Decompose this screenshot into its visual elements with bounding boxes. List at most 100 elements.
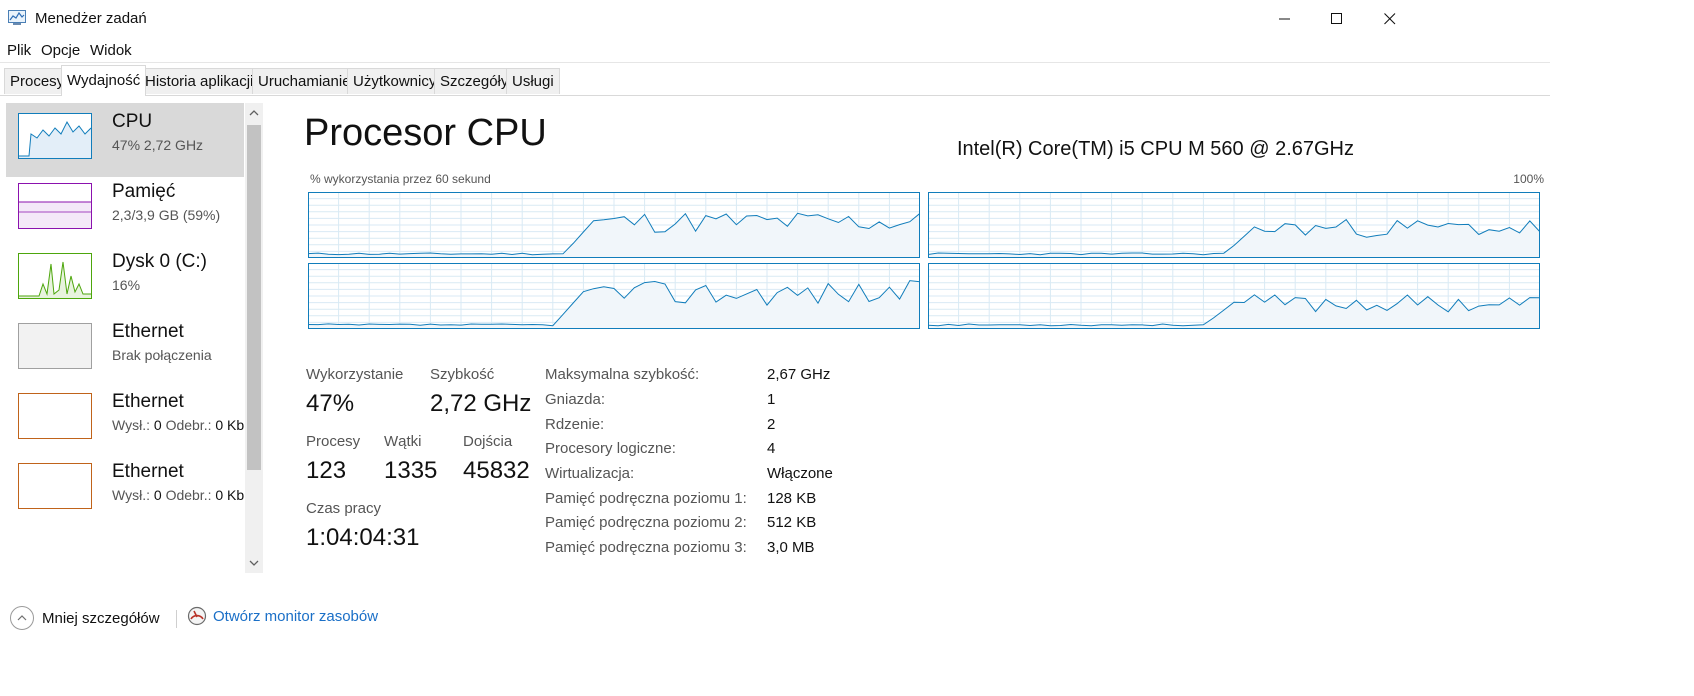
window-title: Menedżer zadań [35,10,147,27]
ethernet-thumbnail-graph [18,393,92,439]
spec-value: 4 [767,440,776,457]
processes-label: Procesy [306,433,361,450]
menu-bar: Plik Opcje Widok [0,38,1550,62]
disk-thumbnail-graph [18,253,92,299]
minimize-icon [1279,18,1290,20]
open-resource-monitor-link[interactable]: Otwórz monitor zasobów [187,606,378,626]
sidebar-item-sub: Wysł.: 0 Odebr.: 0 Kb [112,417,244,433]
handles-value: 45832 [463,457,530,484]
ethernet-thumbnail-graph [18,463,92,509]
spec-value: Włączone [767,465,833,482]
menu-view[interactable]: Widok [90,42,132,59]
tab-details[interactable]: Szczegóły [434,68,515,94]
memory-mini-graph [19,201,91,228]
logical-processor-graph-4 [928,263,1540,329]
received-label: Odebr.: [165,487,212,503]
processes-value: 123 [306,457,347,484]
logical-processor-graph-1 [308,192,920,258]
logical-processor-graph-3 [308,263,920,329]
utilization-label: Wykorzystanie [306,366,404,383]
tab-app-history[interactable]: Historia aplikacji [139,68,260,94]
graph-max-label: 100% [1513,172,1544,186]
cpu-thumbnail-graph [18,113,92,159]
spec-value: 3,0 MB [767,539,815,556]
spec-label: Rdzenie: [545,416,605,433]
threads-value: 1335 [384,457,438,484]
chevron-up-icon [10,606,34,630]
tab-bar: Procesy Wydajność Historia aplikacji Uru… [0,62,1550,96]
ethernet-thumbnail-graph [18,323,92,369]
resource-sidebar: CPU 47% 2,72 GHz Pamięć 2,3/3,9 GB (59%) [4,103,250,573]
sidebar-item-cpu[interactable]: CPU 47% 2,72 GHz [6,103,244,177]
received-label: Odebr.: [165,417,212,433]
sent-value: 0 [153,417,162,433]
minimize-button[interactable] [1255,0,1315,38]
sent-label: Wysł.: [112,417,150,433]
spec-label: Wirtualizacja: [545,465,635,482]
task-manager-window: Menedżer zadań Plik Opcje Widok Procesy … [0,0,1550,640]
maximize-button[interactable] [1307,0,1367,38]
spec-label: Pamięć podręczna poziomu 3: [545,539,747,556]
sidebar-item-name: Pamięć [112,181,176,202]
spec-label: Pamięć podręczna poziomu 2: [545,514,747,531]
fewer-details-label: Mniej szczegółów [42,609,160,627]
sidebar-item-sub: 16% [112,277,141,293]
sidebar-item-name: Ethernet [112,321,184,342]
close-icon [1384,13,1396,25]
menu-file[interactable]: Plik [7,42,31,59]
spec-label: Gniazda: [545,391,606,408]
scroll-thumb[interactable] [247,125,261,470]
sidebar-item-memory[interactable]: Pamięć 2,3/3,9 GB (59%) [6,173,244,247]
sidebar-item-ethernet-3[interactable]: Ethernet Wysł.: 0 Odebr.: 0 Kb [6,453,244,527]
task-manager-app-icon [8,10,26,25]
spec-value: 1 [767,391,776,408]
sidebar-item-ethernet-1[interactable]: Ethernet Brak połączenia [6,313,244,387]
scroll-up-icon[interactable] [248,107,260,119]
spec-value: 128 KB [767,490,817,507]
sidebar-item-disk[interactable]: Dysk 0 (C:) 16% [6,243,244,317]
disk-mini-graph [19,261,91,298]
resource-monitor-icon [187,606,207,626]
sidebar-item-sub: Wysł.: 0 Odebr.: 0 Kb [112,487,244,503]
sidebar-item-name: Ethernet [112,391,184,412]
handles-label: Dojścia [463,433,513,450]
open-resource-monitor-label: Otwórz monitor zasobów [213,607,379,625]
spec-label: Procesory logiczne: [545,440,676,457]
spec-label: Pamięć podręczna poziomu 1: [545,490,747,507]
memory-thumbnail-graph [18,183,92,229]
cpu-model-name: Intel(R) Core(TM) i5 CPU M 560 @ 2.67GHz [956,138,1354,160]
uptime-label: Czas pracy [306,500,382,517]
spec-value: 512 KB [767,514,817,531]
footer-divider [176,610,177,628]
menu-options[interactable]: Opcje [41,42,80,59]
page-title: Procesor CPU [304,112,547,154]
threads-label: Wątki [384,433,422,450]
fewer-details-button[interactable]: Mniej szczegółów [10,606,160,630]
spec-value: 2,67 GHz [767,366,831,383]
sidebar-item-sub: Brak połączenia [112,347,212,363]
tab-startup[interactable]: Uruchamianie [252,68,357,94]
spec-label: Maksymalna szybkość: [545,366,700,383]
received-value: 0 Kb [215,487,245,503]
sidebar-item-sub: 47% 2,72 GHz [112,137,204,153]
tab-performance[interactable]: Wydajność [61,65,147,96]
tab-services[interactable]: Usługi [506,68,560,94]
spec-value: 2 [767,416,776,433]
uptime-value: 1:04:04:31 [306,524,420,551]
sidebar-item-sub: 2,3/3,9 GB (59%) [112,207,221,223]
maximize-icon [1331,13,1342,24]
footer-bar: Mniej szczegółów Otwórz monitor zasobów [0,590,1550,634]
sidebar-scrollbar[interactable] [245,103,263,573]
logical-processor-graph-2 [928,192,1540,258]
received-value: 0 Kb [215,417,245,433]
sent-value: 0 [153,487,162,503]
speed-value: 2,72 GHz [430,390,532,417]
sidebar-item-name: Ethernet [112,461,184,482]
utilization-value: 47% [306,390,355,417]
scroll-down-icon[interactable] [248,557,260,569]
close-button[interactable] [1360,0,1420,38]
tab-users[interactable]: Użytkownicy [347,68,443,94]
sidebar-item-name: Dysk 0 (C:) [112,251,207,272]
title-bar: Menedżer zadań [0,0,1550,38]
sidebar-item-ethernet-2[interactable]: Ethernet Wysł.: 0 Odebr.: 0 Kb [6,383,244,457]
